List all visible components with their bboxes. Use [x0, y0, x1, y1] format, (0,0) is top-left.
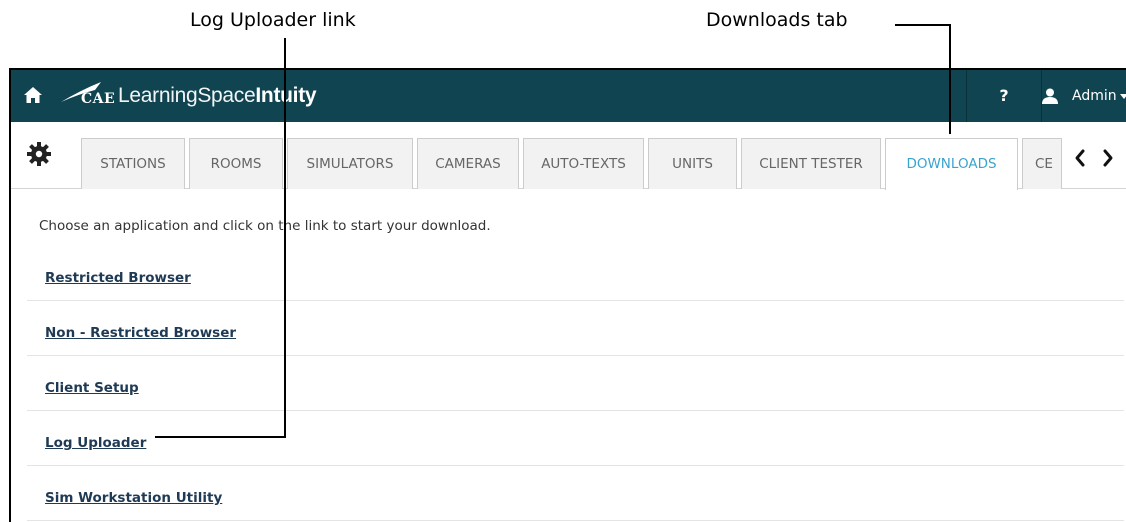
download-row: Sim Workstation Utility: [27, 466, 1124, 521]
tab-cameras[interactable]: CAMERAS: [417, 138, 519, 189]
download-row: Log Uploader: [27, 411, 1124, 466]
tab-ce[interactable]: CE: [1022, 138, 1062, 189]
chevron-left-icon[interactable]: [1073, 148, 1087, 168]
client-setup-link[interactable]: Client Setup: [45, 380, 139, 396]
tab-simulators[interactable]: SIMULATORS: [287, 138, 413, 189]
home-icon[interactable]: [23, 85, 43, 105]
tab-downloads[interactable]: DOWNLOADS: [885, 138, 1018, 190]
restricted-browser-link[interactable]: Restricted Browser: [45, 270, 191, 286]
tab-units[interactable]: UNITS: [648, 138, 737, 189]
tab-stations[interactable]: STATIONS: [81, 138, 185, 189]
log-uploader-link[interactable]: Log Uploader: [45, 435, 146, 451]
brand-name: LearningSpaceIntuity: [118, 84, 317, 108]
tab-client-tester[interactable]: CLIENT TESTER: [741, 138, 881, 189]
download-row: Client Setup: [27, 356, 1124, 411]
settings-tab-bar: STATIONS ROOMS SIMULATORS CAMERAS AUTO-T…: [11, 122, 1126, 190]
callout-downloads-tab: Downloads tab: [706, 9, 848, 31]
brand-mark: CAE: [81, 91, 116, 107]
brand-name-light: LearningSpace: [118, 84, 256, 107]
callout-leader-line: [155, 436, 286, 438]
user-icon: [1042, 88, 1058, 104]
help-button[interactable]: ?: [967, 70, 1041, 122]
tab-auto-texts[interactable]: AUTO-TEXTS: [523, 138, 644, 189]
callout-leader-line: [284, 38, 286, 438]
caret-down-icon: [1120, 94, 1126, 99]
app-window: CAE LearningSpaceIntuity ? Admin: [9, 68, 1126, 522]
downloads-intro-text: Choose an application and click on the l…: [39, 218, 491, 234]
callout-leader-line: [949, 24, 951, 134]
download-row: Restricted Browser: [27, 246, 1124, 301]
top-navigation-bar: CAE LearningSpaceIntuity ? Admin: [11, 70, 1126, 122]
chevron-right-icon[interactable]: [1101, 148, 1115, 168]
gear-icon[interactable]: [27, 142, 51, 166]
non-restricted-browser-link[interactable]: Non - Restricted Browser: [45, 325, 236, 341]
tab-rooms[interactable]: ROOMS: [189, 138, 283, 189]
download-row: Non - Restricted Browser: [27, 301, 1124, 356]
user-menu[interactable]: Admin: [1042, 70, 1126, 122]
callout-log-uploader-link: Log Uploader link: [190, 9, 356, 31]
sim-workstation-utility-link[interactable]: Sim Workstation Utility: [45, 490, 222, 506]
user-menu-label: Admin: [1072, 88, 1117, 104]
callout-leader-line: [895, 24, 951, 26]
